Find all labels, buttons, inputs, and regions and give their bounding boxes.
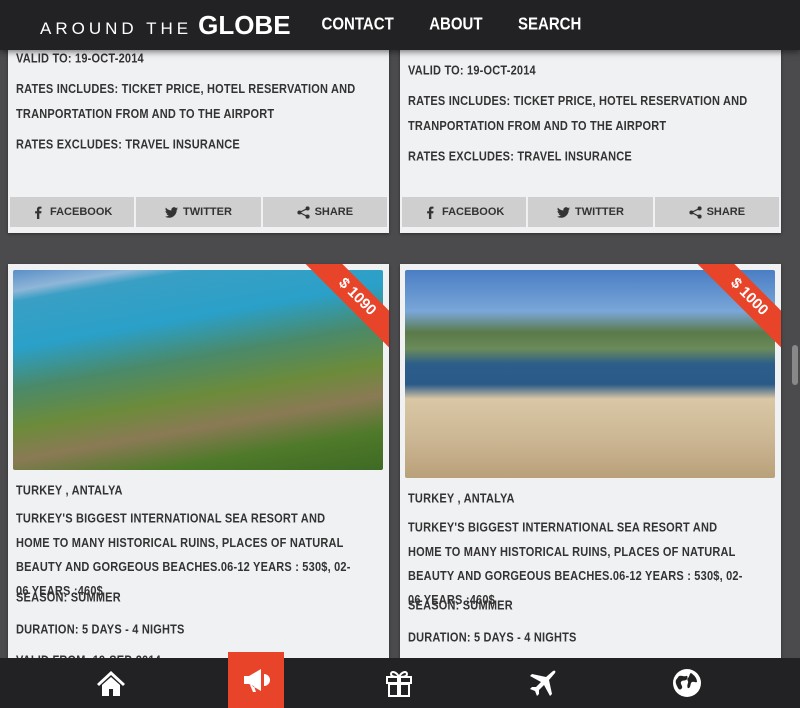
valid-to: VALID TO: 19-OCT-2014 [408, 64, 536, 78]
logo-text: AROUND THE [40, 18, 193, 38]
share-button[interactable]: SHARE [654, 197, 779, 227]
gifts-button[interactable] [371, 658, 427, 708]
offer-card[interactable]: $ 1000 TURKEY , ANTALYA TURKEY'S BIGGEST… [400, 264, 781, 684]
season: SEASON: SUMMER [408, 599, 513, 613]
scrollbar[interactable] [792, 345, 798, 385]
season: SEASON: SUMMER [16, 591, 121, 605]
share-bar: FACEBOOK TWITTER SHARE [10, 197, 387, 227]
twitter-button[interactable]: TWITTER [528, 197, 653, 227]
bottom-nav [0, 652, 800, 708]
offers-button[interactable] [228, 652, 284, 708]
price-ribbon: $ 1000 [691, 264, 781, 354]
twitter-icon [165, 206, 179, 218]
share-bar: FACEBOOK TWITTER SHARE [402, 197, 779, 227]
gift-icon [386, 671, 412, 697]
logo[interactable]: AROUND THE GLOBE [40, 10, 291, 41]
share-button[interactable]: SHARE [262, 197, 387, 227]
home-button[interactable] [83, 658, 139, 708]
duration: DURATION: 5 DAYS - 4 NIGHTS [16, 623, 185, 637]
nav-contact[interactable]: CONTACT [322, 15, 394, 35]
top-header: AROUND THE GLOBE CONTACT ABOUT SEARCH [0, 0, 800, 50]
twitter-label: TWITTER [183, 206, 232, 218]
twitter-button[interactable]: TWITTER [136, 197, 261, 227]
facebook-button[interactable]: FACEBOOK [402, 197, 527, 227]
share-label: SHARE [314, 206, 354, 218]
rates-includes: RATES INCLUDES: TICKET PRICE, HOTEL RESE… [408, 94, 748, 134]
twitter-icon [557, 206, 571, 218]
logo-bold: GLOBE [198, 9, 291, 40]
share-label: SHARE [706, 206, 746, 218]
facebook-icon [35, 206, 42, 219]
nav-about[interactable]: ABOUT [429, 15, 482, 35]
destinations-button[interactable] [659, 658, 715, 708]
rates-excludes: RATES EXCLUDES: TRAVEL INSURANCE [408, 150, 632, 164]
facebook-button[interactable]: FACEBOOK [10, 197, 135, 227]
main-nav: CONTACT ABOUT SEARCH [291, 15, 582, 35]
price-label: $ 1090 [305, 264, 389, 349]
price-ribbon: $ 1090 [299, 264, 389, 354]
location: TURKEY , ANTALYA [16, 484, 123, 498]
valid-to: VALID TO: 19-OCT-2014 [16, 52, 144, 66]
nav-search[interactable]: SEARCH [518, 15, 581, 35]
flights-button[interactable] [515, 658, 571, 708]
share-icon [688, 205, 702, 219]
megaphone-icon [244, 669, 270, 692]
facebook-label: FACEBOOK [49, 206, 113, 218]
rates-includes: RATES INCLUDES: TICKET PRICE, HOTEL RESE… [16, 82, 356, 122]
facebook-label: FACEBOOK [441, 206, 505, 218]
home-icon [97, 671, 125, 696]
location: TURKEY , ANTALYA [408, 492, 515, 506]
rates-excludes: RATES EXCLUDES: TRAVEL INSURANCE [16, 138, 240, 152]
offer-card[interactable]: $ 1090 TURKEY , ANTALYA TURKEY'S BIGGEST… [8, 264, 389, 684]
price-label: $ 1000 [697, 264, 781, 349]
twitter-label: TWITTER [575, 206, 624, 218]
facebook-icon [427, 206, 434, 219]
globe-icon [673, 669, 701, 697]
share-icon [296, 205, 310, 219]
plane-icon [530, 670, 556, 696]
duration: DURATION: 5 DAYS - 4 NIGHTS [408, 631, 577, 645]
